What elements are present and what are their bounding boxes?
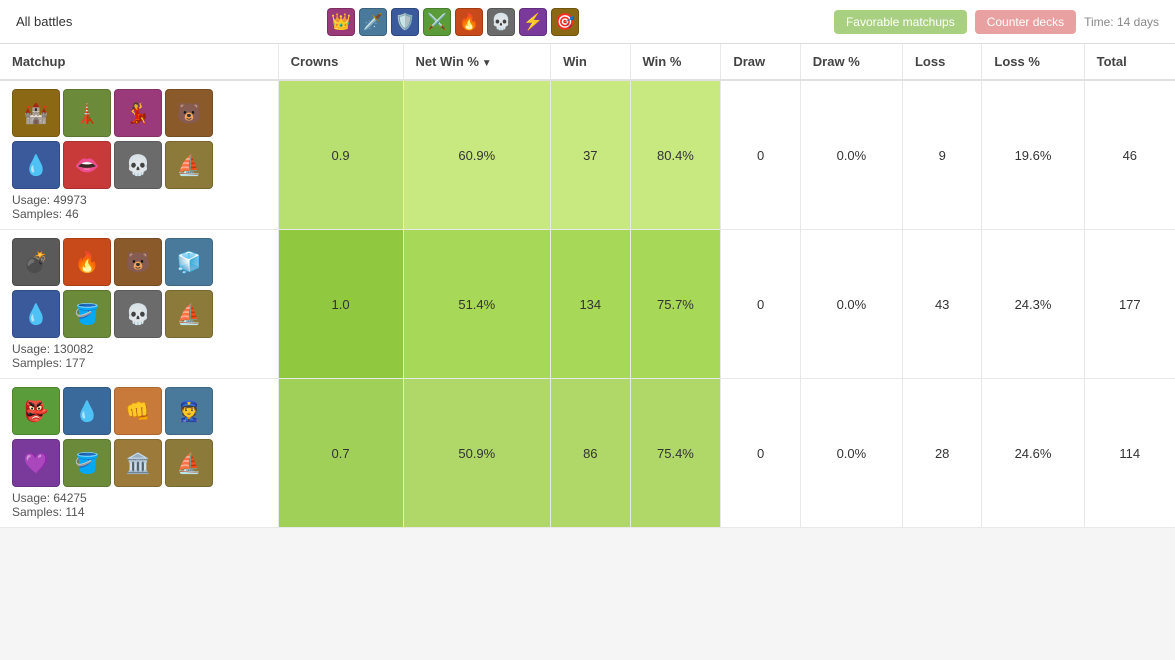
deck-card: ⛵ xyxy=(165,290,213,338)
usage-text-1: Usage: 49973 xyxy=(12,193,266,207)
nav-icon-3[interactable]: 🛡️ xyxy=(391,8,419,36)
samples-text-3: Samples: 114 xyxy=(12,505,266,519)
all-battles-label: All battles xyxy=(16,14,72,29)
col-header-matchup: Matchup xyxy=(0,44,278,80)
table-row: 💣 🔥 🐻 🧊 💧 🪣 💀 ⛵ Usage: 130082 Samples: 1… xyxy=(0,230,1175,379)
deck-card: 💣 xyxy=(12,238,60,286)
col-header-win-pct: Win % xyxy=(630,44,721,80)
nav-icon-2[interactable]: 🗡️ xyxy=(359,8,387,36)
counter-decks-button[interactable]: Counter decks xyxy=(975,10,1076,34)
crowns-cell-3: 0.7 xyxy=(278,379,403,528)
usage-text-3: Usage: 64275 xyxy=(12,491,266,505)
deck-cards-top-1: 🏰 🗼 💃 🐻 xyxy=(12,89,266,137)
net-win-pct-cell-3: 50.9% xyxy=(403,379,551,528)
deck-card: 💃 xyxy=(114,89,162,137)
win-cell-2: 134 xyxy=(551,230,630,379)
draw-cell-1: 0 xyxy=(721,80,800,230)
loss-cell-1: 9 xyxy=(902,80,981,230)
table-row: 🏰 🗼 💃 🐻 💧 👄 💀 ⛵ Usage: 49973 Samples: 46 xyxy=(0,80,1175,230)
deck-card: 🔥 xyxy=(63,238,111,286)
deck-cards-bottom-2: 💧 🪣 💀 ⛵ xyxy=(12,290,266,338)
draw-pct-cell-2: 0.0% xyxy=(800,230,902,379)
col-header-win: Win xyxy=(551,44,630,80)
deck-card: 🪣 xyxy=(63,290,111,338)
matchup-table: Matchup Crowns Net Win % Win Win % Draw … xyxy=(0,44,1175,528)
nav-icon-7[interactable]: ⚡ xyxy=(519,8,547,36)
crowns-cell-1: 0.9 xyxy=(278,80,403,230)
nav-icon-6[interactable]: 💀 xyxy=(487,8,515,36)
deck-card: 💀 xyxy=(114,290,162,338)
loss-pct-cell-1: 19.6% xyxy=(982,80,1084,230)
col-header-net-win-pct[interactable]: Net Win % xyxy=(403,44,551,80)
deck-card: ⛵ xyxy=(165,439,213,487)
deck-card: 💧 xyxy=(12,290,60,338)
col-header-draw: Draw xyxy=(721,44,800,80)
deck-card: 🗼 xyxy=(63,89,111,137)
win-pct-cell-2: 75.7% xyxy=(630,230,721,379)
loss-pct-cell-2: 24.3% xyxy=(982,230,1084,379)
usage-text-2: Usage: 130082 xyxy=(12,342,266,356)
net-win-pct-cell-2: 51.4% xyxy=(403,230,551,379)
deck-card: 💜 xyxy=(12,439,60,487)
table-header-row: Matchup Crowns Net Win % Win Win % Draw … xyxy=(0,44,1175,80)
nav-icon-5[interactable]: 🔥 xyxy=(455,8,483,36)
samples-text-2: Samples: 177 xyxy=(12,356,266,370)
deck-card: 💧 xyxy=(12,141,60,189)
deck-cards-bottom-1: 💧 👄 💀 ⛵ xyxy=(12,141,266,189)
draw-pct-cell-3: 0.0% xyxy=(800,379,902,528)
win-pct-cell-3: 75.4% xyxy=(630,379,721,528)
deck-card: 💀 xyxy=(114,141,162,189)
nav-icon-1[interactable]: 👑 xyxy=(327,8,355,36)
win-cell-1: 37 xyxy=(551,80,630,230)
crowns-cell-2: 1.0 xyxy=(278,230,403,379)
deck-card: 👺 xyxy=(12,387,60,435)
samples-text-1: Samples: 46 xyxy=(12,207,266,221)
time-label: Time: 14 days xyxy=(1084,15,1159,29)
deck-card: ⛵ xyxy=(165,141,213,189)
matchup-cell-1: 🏰 🗼 💃 🐻 💧 👄 💀 ⛵ Usage: 49973 Samples: 46 xyxy=(0,80,278,230)
table-row: 👺 💧 👊 👮 💜 🪣 🏛️ ⛵ Usage: 64275 Samples: 1… xyxy=(0,379,1175,528)
deck-card: 👮 xyxy=(165,387,213,435)
deck-card: 🪣 xyxy=(63,439,111,487)
col-header-loss: Loss xyxy=(902,44,981,80)
deck-card: 🐻 xyxy=(165,89,213,137)
draw-cell-2: 0 xyxy=(721,230,800,379)
deck-card: 🏰 xyxy=(12,89,60,137)
col-header-draw-pct: Draw % xyxy=(800,44,902,80)
total-cell-2: 177 xyxy=(1084,230,1175,379)
col-header-crowns: Crowns xyxy=(278,44,403,80)
total-cell-3: 114 xyxy=(1084,379,1175,528)
draw-pct-cell-1: 0.0% xyxy=(800,80,902,230)
loss-cell-3: 28 xyxy=(902,379,981,528)
deck-card: 🧊 xyxy=(165,238,213,286)
loss-cell-2: 43 xyxy=(902,230,981,379)
win-pct-cell-1: 80.4% xyxy=(630,80,721,230)
deck-card: 👊 xyxy=(114,387,162,435)
deck-card: 💧 xyxy=(63,387,111,435)
nav-icon-8[interactable]: 🎯 xyxy=(551,8,579,36)
top-bar: All battles 👑 🗡️ 🛡️ ⚔️ 🔥 💀 ⚡ 🎯 Favorable… xyxy=(0,0,1175,44)
nav-icons: 👑 🗡️ 🛡️ ⚔️ 🔥 💀 ⚡ 🎯 xyxy=(327,8,579,36)
main-table-container: Matchup Crowns Net Win % Win Win % Draw … xyxy=(0,44,1175,528)
matchup-cell-2: 💣 🔥 🐻 🧊 💧 🪣 💀 ⛵ Usage: 130082 Samples: 1… xyxy=(0,230,278,379)
net-win-pct-cell-1: 60.9% xyxy=(403,80,551,230)
draw-cell-3: 0 xyxy=(721,379,800,528)
loss-pct-cell-3: 24.6% xyxy=(982,379,1084,528)
deck-cards-top-3: 👺 💧 👊 👮 xyxy=(12,387,266,435)
deck-cards-bottom-3: 💜 🪣 🏛️ ⛵ xyxy=(12,439,266,487)
col-header-total: Total xyxy=(1084,44,1175,80)
nav-icon-4[interactable]: ⚔️ xyxy=(423,8,451,36)
matchup-cell-3: 👺 💧 👊 👮 💜 🪣 🏛️ ⛵ Usage: 64275 Samples: 1… xyxy=(0,379,278,528)
win-cell-3: 86 xyxy=(551,379,630,528)
favorable-matchups-button[interactable]: Favorable matchups xyxy=(834,10,967,34)
col-header-loss-pct: Loss % xyxy=(982,44,1084,80)
deck-card: 👄 xyxy=(63,141,111,189)
total-cell-1: 46 xyxy=(1084,80,1175,230)
deck-cards-top-2: 💣 🔥 🐻 🧊 xyxy=(12,238,266,286)
top-bar-actions: Favorable matchups Counter decks Time: 1… xyxy=(834,10,1159,34)
deck-card: 🐻 xyxy=(114,238,162,286)
deck-card: 🏛️ xyxy=(114,439,162,487)
